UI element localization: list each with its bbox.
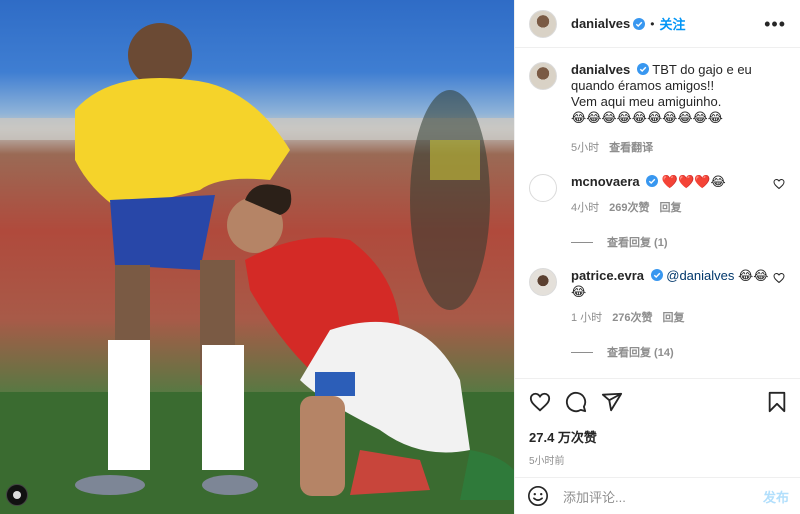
replies-divider [571, 241, 593, 243]
photo-corner-avatar[interactable] [6, 484, 28, 506]
photo-illustration [0, 23, 514, 514]
verified-icon [633, 17, 646, 30]
post-header: danialves • 关注 ••• [515, 0, 800, 48]
avatar[interactable] [529, 174, 557, 202]
comment-input[interactable]: 添加评论... [563, 487, 763, 506]
comment-time[interactable]: 4小时 [571, 200, 599, 216]
view-replies-button[interactable]: 查看回复 (14) [571, 344, 787, 360]
comment-meta: 4小时 269次赞 回复 [571, 200, 769, 216]
comment-item: mcnovaera ❤️❤️❤️😂 4小时 269次赞 回复 [529, 174, 787, 216]
comment-meta: 1 小时 276次赞 回复 [571, 310, 769, 326]
comment-likes[interactable]: 269次赞 [609, 200, 649, 216]
heart-icon[interactable] [773, 178, 785, 190]
avatar[interactable] [529, 62, 557, 90]
comment-body: mcnovaera ❤️❤️❤️😂 4小时 269次赞 回复 [571, 174, 787, 216]
caption-time[interactable]: 5小时 [571, 140, 599, 156]
view-replies-label: 查看回复 (14) [607, 347, 674, 359]
comment-item: patrice.evra @danialves 😂😂😂 1 小时 276次赞 回… [529, 268, 787, 326]
comment-time[interactable]: 1 小时 [571, 310, 602, 326]
comment-username[interactable]: patrice.evra [571, 268, 644, 283]
reply-button[interactable]: 回复 [659, 200, 681, 216]
share-icon[interactable] [601, 391, 623, 413]
mention-link[interactable]: @danialves [666, 268, 734, 283]
emoji-icon[interactable] [527, 485, 549, 507]
reply-button[interactable]: 回复 [663, 310, 685, 326]
caption: danialves TBT do gajo e eu quando éramos… [529, 62, 787, 156]
separator-dot: • [650, 16, 655, 31]
caption-username[interactable]: danialves [571, 62, 630, 77]
comment-likes[interactable]: 276次赞 [612, 310, 652, 326]
heart-icon[interactable] [529, 391, 551, 413]
caption-meta: 5小时 查看翻译 [571, 140, 769, 156]
follow-button[interactable]: 关注 [659, 14, 685, 33]
comment-icon[interactable] [565, 391, 587, 413]
comment-username[interactable]: mcnovaera [571, 174, 640, 189]
comment-body: patrice.evra @danialves 😂😂😂 1 小时 276次赞 回… [571, 268, 787, 326]
caption-body: danialves TBT do gajo e eu quando éramos… [571, 62, 787, 156]
translate-link[interactable]: 查看翻译 [609, 140, 653, 156]
caption-emojis: 😂😂😂😂😂😂😂😂😂😂 [571, 110, 723, 125]
post-photo[interactable] [0, 0, 514, 514]
caption-line-1: TBT do gajo e eu [652, 62, 752, 77]
heart-icon[interactable] [773, 272, 785, 284]
post-time[interactable]: 5小时前 [529, 452, 787, 467]
action-icons [529, 389, 787, 415]
avatar[interactable] [529, 9, 557, 38]
view-replies-label: 查看回复 (1) [607, 237, 668, 249]
verified-icon [650, 269, 663, 281]
avatar[interactable] [529, 268, 557, 296]
like-count[interactable]: 27.4 万次赞 [529, 427, 787, 446]
caption-line-2: quando éramos amigos!! [571, 78, 715, 93]
comments-section[interactable]: danialves TBT do gajo e eu quando éramos… [515, 48, 800, 378]
post-actions: 27.4 万次赞 5小时前 [515, 378, 800, 467]
caption-line-3: Vem aqui meu amiguinho. [571, 94, 722, 109]
header-user: danialves • 关注 [571, 14, 685, 33]
author-username[interactable]: danialves [571, 16, 630, 31]
post-side-panel: danialves • 关注 ••• danialves TBT do gajo… [514, 0, 800, 514]
more-options-button[interactable]: ••• [764, 15, 786, 33]
view-replies-button[interactable]: 查看回复 (1) [571, 234, 787, 250]
verified-icon [636, 63, 649, 75]
bookmark-icon[interactable] [767, 391, 787, 413]
post-comment-button[interactable]: 发布 [763, 487, 789, 506]
replies-divider [571, 351, 593, 353]
verified-icon [646, 175, 659, 187]
comment-text: ❤️❤️❤️😂 [661, 174, 726, 189]
comment-composer: 添加评论... 发布 [515, 477, 800, 514]
